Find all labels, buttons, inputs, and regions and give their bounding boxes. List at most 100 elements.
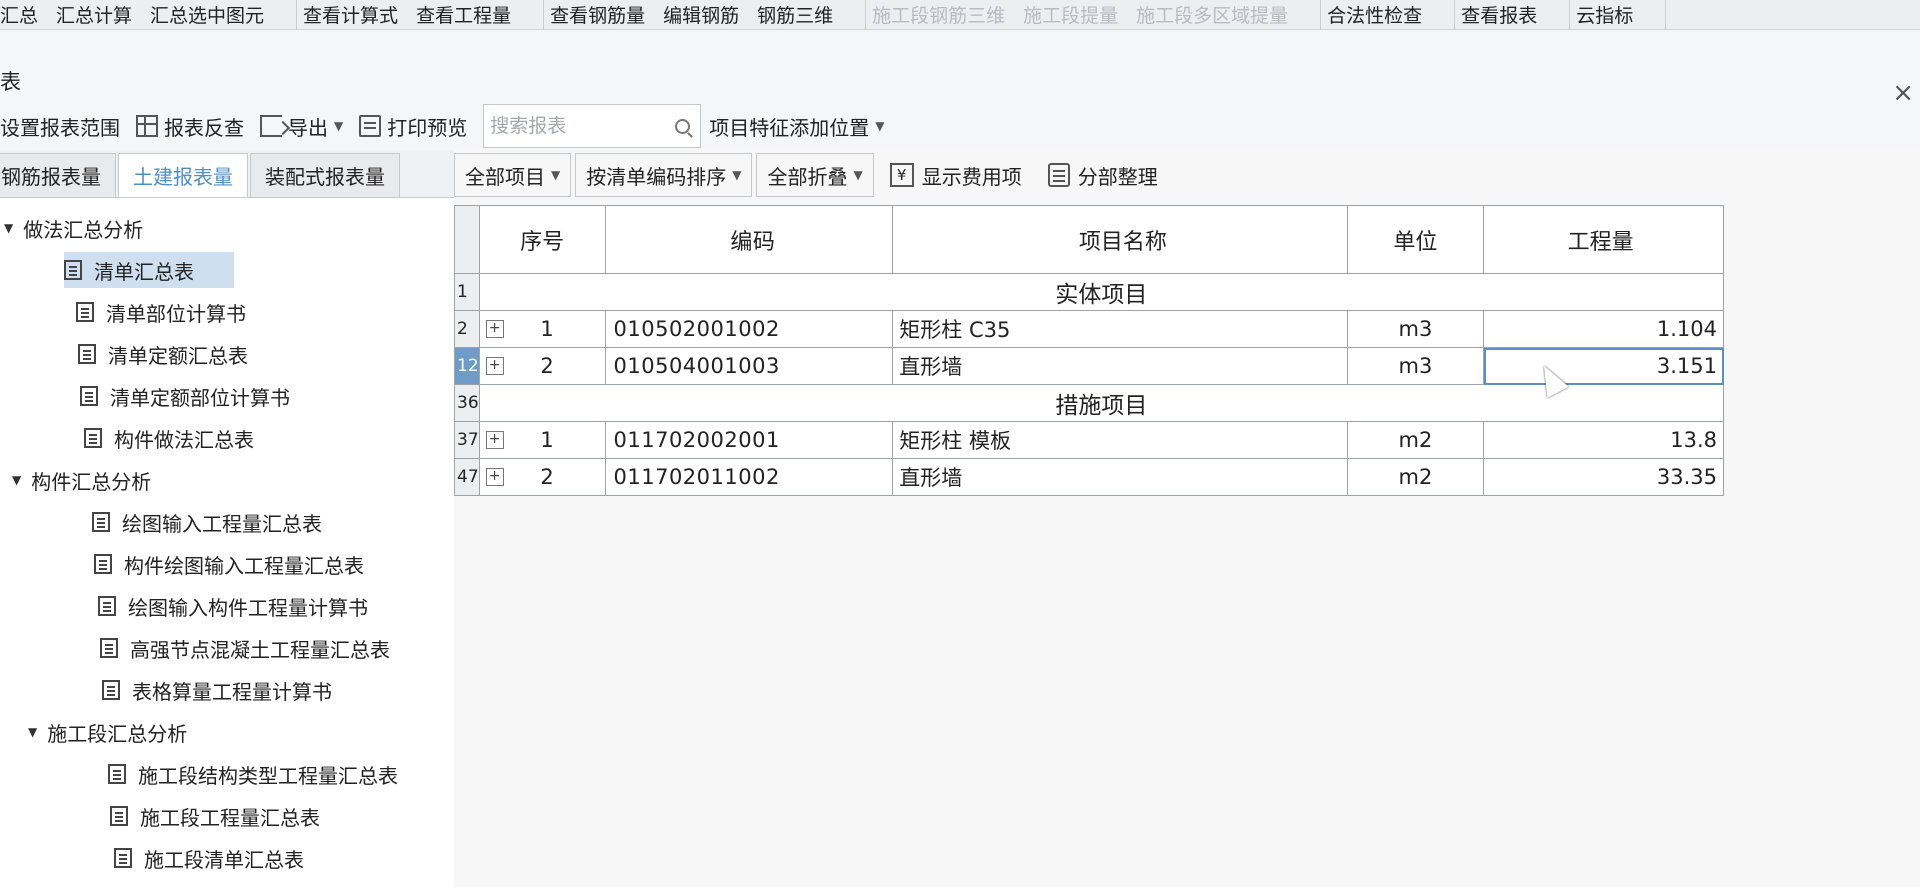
set-report-range-button[interactable]: 设置报表范围 [0,112,120,141]
search-report-input[interactable] [490,115,661,137]
ribbon-stage-multi-extract[interactable]: 施工段多区域提量 [1136,1,1288,28]
print-preview-button[interactable]: 打印预览 [359,112,467,141]
tree-item-label: 构件做法汇总表 [114,427,254,452]
tree-group-stage-analysis[interactable]: ▼ 施工段汇总分析 [28,714,187,750]
expand-icon[interactable]: + [485,468,504,486]
ribbon-view-rebar[interactable]: 查看钢筋量 [550,1,645,28]
ribbon-view-report[interactable]: 查看报表 [1461,1,1537,28]
sort-by-code-dropdown[interactable]: 按清单编码排序 ▼ [575,153,753,197]
qty-cell[interactable]: 13.8 [1483,421,1724,459]
unit-cell[interactable]: m3 [1346,347,1485,385]
row-number[interactable]: 12 [454,347,480,385]
name-cell[interactable]: 直形墙 [892,347,1348,385]
tree-item-high-strength-node[interactable]: 高强节点混凝土工程量汇总表 [100,630,390,666]
tree-group-method-analysis[interactable]: ▼ 做法汇总分析 [4,210,143,246]
search-report-box[interactable] [483,104,702,148]
expand-icon[interactable]: + [485,431,504,449]
ribbon-rebar-3d[interactable]: 钢筋三维 [757,1,833,28]
show-fees-button[interactable]: ¥ 显示费用项 [889,161,1022,190]
code-cell[interactable]: 010502001002 [604,310,894,348]
row-number[interactable]: 47 [454,458,480,496]
tree-item-bill-summary[interactable]: 清单汇总表 [64,252,234,288]
row-number[interactable]: 37 [454,421,480,459]
tab-civil-report[interactable]: 土建报表量 [118,153,248,197]
table-row: 37 +1 011702002001 矩形柱 模板 m2 13.8 [454,421,1724,459]
expand-icon[interactable]: + [485,320,504,338]
tree-item-bill-quota-summary[interactable]: 清单定额汇总表 [78,336,248,372]
ribbon-summary-calc[interactable]: 汇总计算 [56,1,132,28]
tree-item-label: 清单部位计算书 [106,301,246,326]
tree-group-component-analysis[interactable]: ▼ 构件汇总分析 [12,462,151,498]
tree-item-label: 构件绘图输入工程量汇总表 [124,553,364,578]
code-cell[interactable]: 011702002001 [604,421,894,459]
ribbon-summary-selected[interactable]: 汇总选中图元 [150,1,264,28]
report-tree: ▼ 做法汇总分析 清单汇总表 清单部位计算书 清单定额汇总表 清单定额部位计算书… [0,198,463,887]
export-button[interactable]: 导出 ▼ [260,112,343,141]
feature-position-dropdown[interactable]: 项目特征添加位置 ▼ [709,112,884,141]
document-icon [92,512,110,532]
header-unit[interactable]: 单位 [1346,205,1485,274]
tab-rebar-report[interactable]: 钢筋报表量 [0,153,116,197]
ribbon-view-quantity[interactable]: 查看工程量 [416,1,511,28]
chevron-down-icon[interactable]: ▼ [334,119,343,133]
name-cell[interactable]: 直形墙 [892,458,1348,496]
qty-cell[interactable]: 1.104 [1483,310,1724,348]
header-name[interactable]: 项目名称 [892,205,1348,274]
document-icon [100,638,118,658]
section-label[interactable]: 实体项目 [478,273,1725,311]
ribbon-group-cloud: 云指标 [1570,0,1667,30]
all-items-dropdown[interactable]: 全部项目 ▼ [454,153,572,197]
ribbon-legality-check[interactable]: 合法性检查 [1327,1,1422,28]
code-cell[interactable]: 010504001003 [604,347,894,385]
tree-item-component-drawing-qty[interactable]: 构件绘图输入工程量汇总表 [94,546,364,582]
unit-cell[interactable]: m2 [1346,458,1485,496]
ribbon-stage-rebar-3d[interactable]: 施工段钢筋三维 [872,1,1005,28]
seq-cell[interactable]: +1 [478,310,606,348]
row-number[interactable]: 1 [454,273,480,311]
tree-item-component-method[interactable]: 构件做法汇总表 [84,420,254,456]
collapse-all-dropdown[interactable]: 全部折叠 ▼ [756,153,874,197]
header-code[interactable]: 编码 [604,205,894,274]
arrange-section-button[interactable]: 分部整理 [1047,161,1158,190]
tree-item-stage-qty-summary[interactable]: 施工段工程量汇总表 [110,798,320,834]
qty-cell[interactable]: 33.35 [1483,458,1724,496]
expand-icon[interactable]: + [485,357,504,375]
section-label[interactable]: 措施项目 [478,384,1725,422]
ribbon-cloud-index[interactable]: 云指标 [1576,1,1633,28]
seq-cell[interactable]: +1 [478,421,606,459]
document-icon [98,596,116,616]
header-seq[interactable]: 序号 [478,205,606,274]
report-reverse-check-button[interactable]: 报表反查 [136,112,244,141]
tab-prefab-report[interactable]: 装配式报表量 [250,153,400,197]
tree-item-bill-quota-location[interactable]: 清单定额部位计算书 [80,378,290,414]
ribbon-stage-extract[interactable]: 施工段提量 [1023,1,1118,28]
collapse-arrow-icon[interactable]: ▼ [12,473,21,487]
code-cell[interactable]: 011702011002 [604,458,894,496]
row-number[interactable]: 2 [454,310,480,348]
header-qty[interactable]: 工程量 [1483,205,1724,274]
unit-cell[interactable]: m2 [1346,421,1485,459]
unit-cell[interactable]: m3 [1346,310,1485,348]
ribbon-view-formula[interactable]: 查看计算式 [303,1,398,28]
arrange-section-label: 分部整理 [1077,164,1158,189]
ribbon-edit-rebar[interactable]: 编辑钢筋 [663,1,739,28]
tree-item-drawing-component-calc[interactable]: 绘图输入构件工程量计算书 [98,588,368,624]
tree-item-label: 清单汇总表 [94,259,194,284]
name-cell[interactable]: 矩形柱 C35 [892,310,1348,348]
qty-cell-focused[interactable]: 3.151 [1483,347,1724,385]
collapse-all-label: 全部折叠 [767,164,848,189]
tree-item-bill-location[interactable]: 清单部位计算书 [76,294,246,330]
name-cell[interactable]: 矩形柱 模板 [892,421,1348,459]
collapse-arrow-icon[interactable]: ▼ [4,221,13,235]
tree-item-drawing-qty-summary[interactable]: 绘图输入工程量汇总表 [92,504,322,540]
tree-item-table-qty-calc[interactable]: 表格算量工程量计算书 [102,672,332,708]
ribbon-summary[interactable]: 汇总 [0,1,38,28]
row-number[interactable]: 36 [454,384,480,422]
tree-item-stage-bill-summary[interactable]: 施工段清单汇总表 [114,840,304,876]
row-header-corner[interactable] [454,205,480,274]
collapse-arrow-icon[interactable]: ▼ [28,725,37,739]
search-icon[interactable] [675,118,691,134]
seq-cell[interactable]: +2 [478,458,606,496]
seq-cell[interactable]: +2 [478,347,606,385]
tree-item-stage-structure-type[interactable]: 施工段结构类型工程量汇总表 [108,756,398,792]
